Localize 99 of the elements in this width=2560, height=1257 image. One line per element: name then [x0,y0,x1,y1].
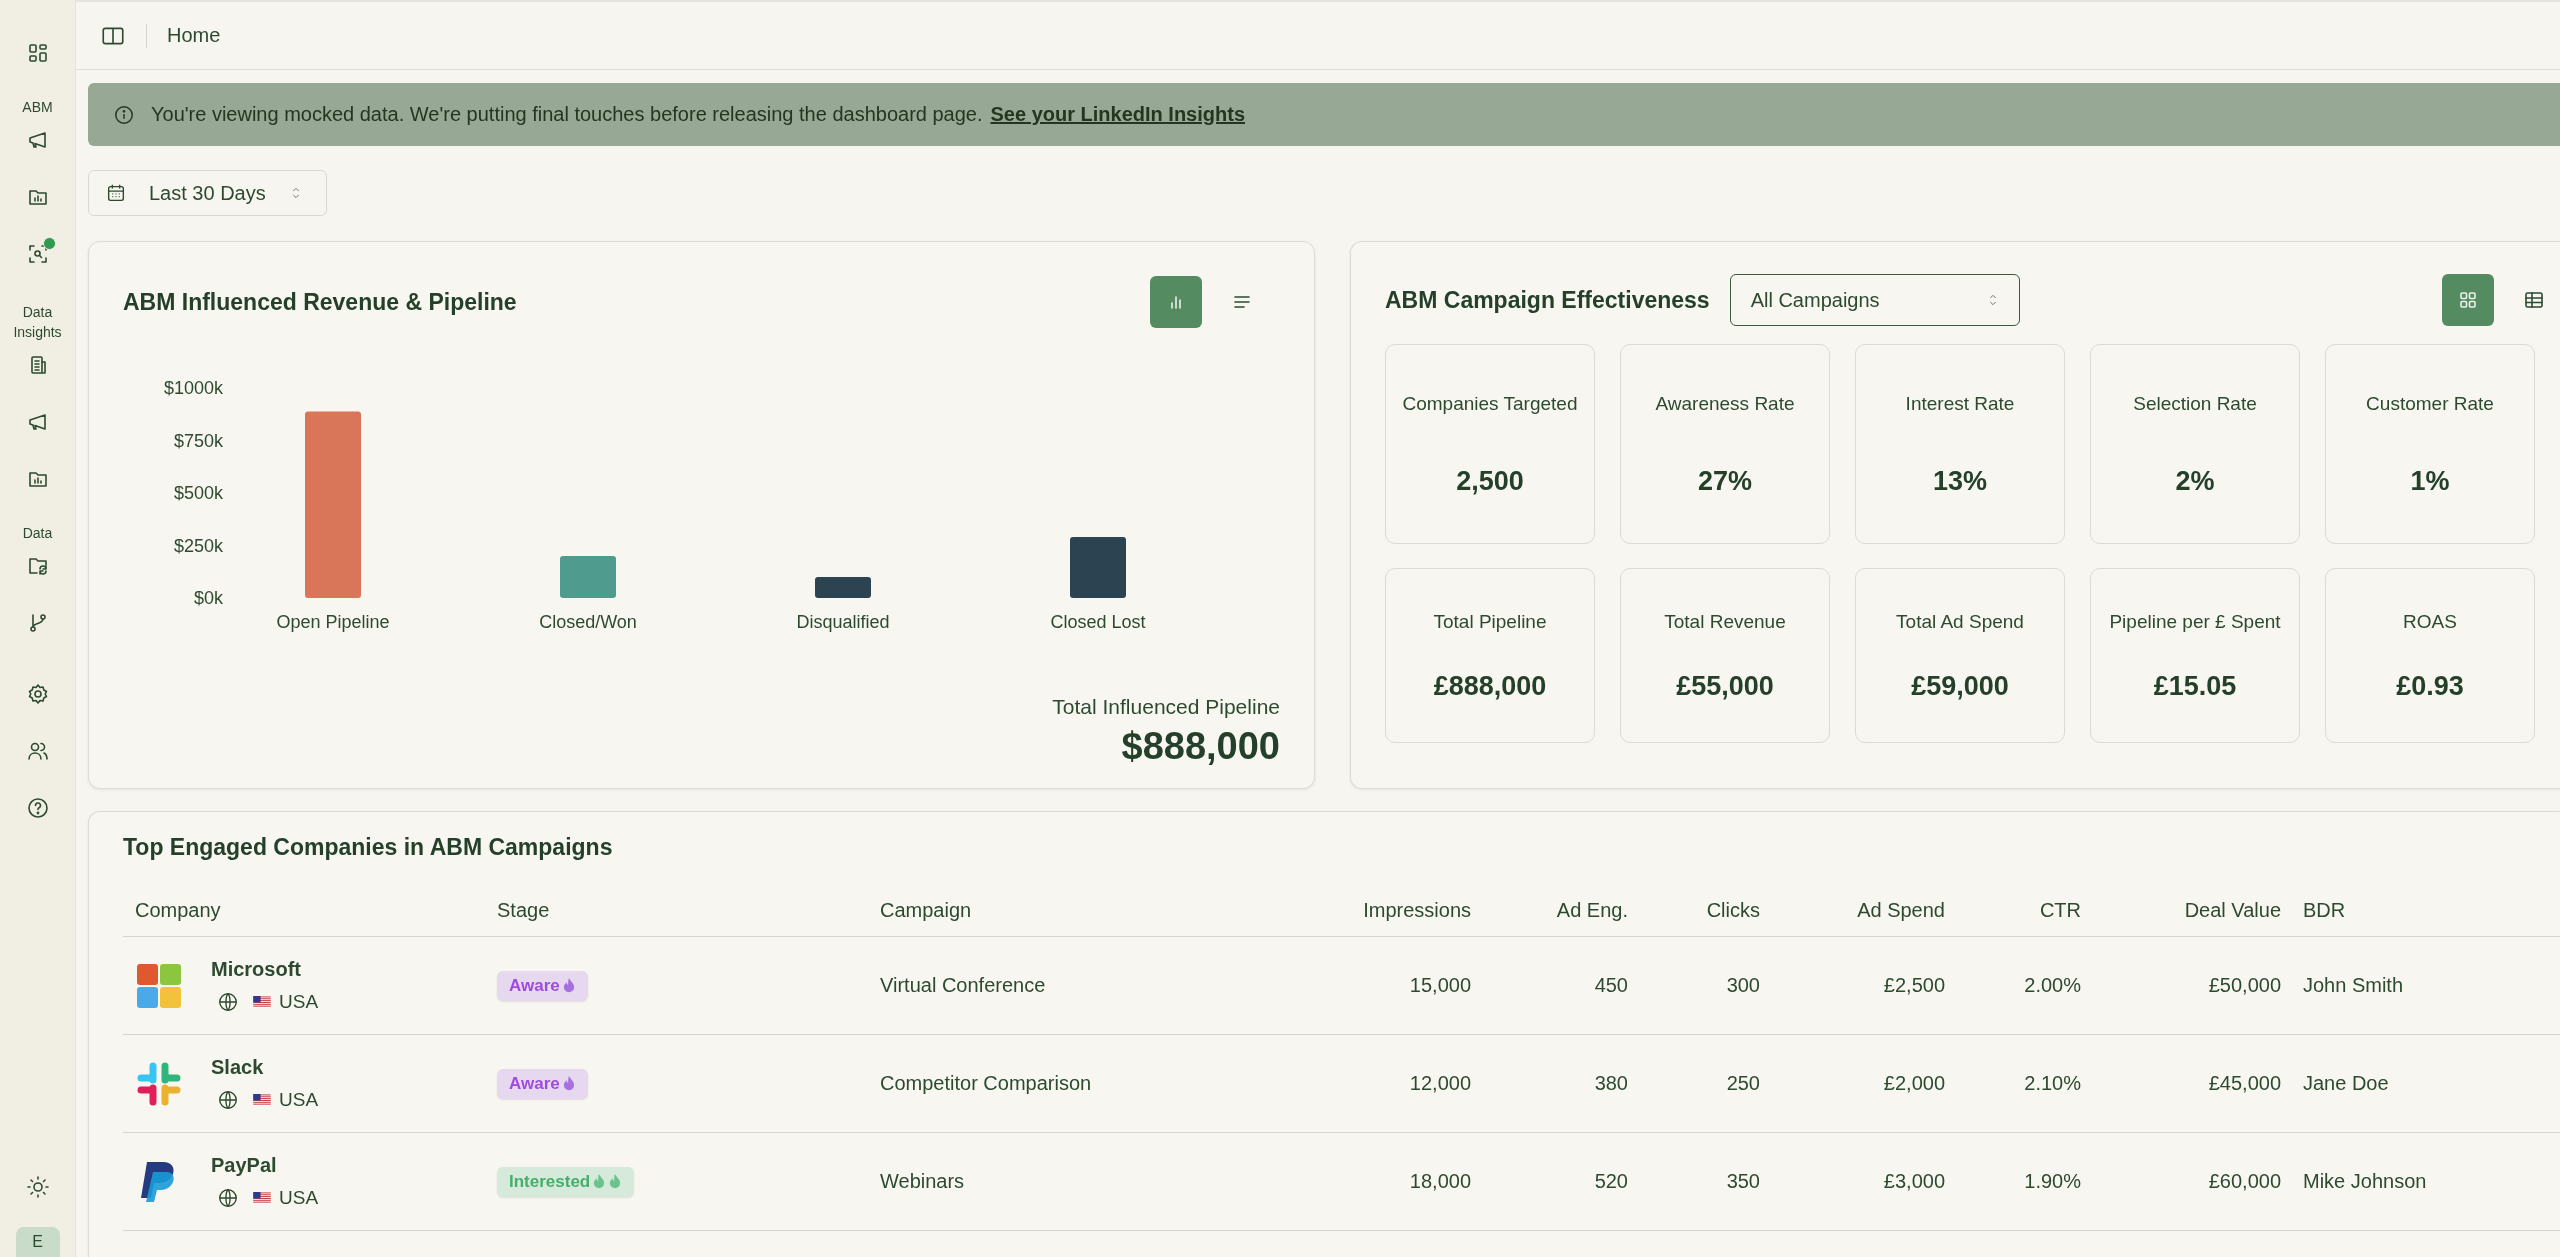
user-avatar[interactable]: E [15,1227,60,1257]
column-header: Stage [497,899,550,921]
metric-label: Awareness Rate [1655,392,1795,416]
table-cell: 520 [1594,1170,1628,1192]
metric-label: Interest Rate [1905,392,2015,416]
country: USA [279,1187,319,1209]
table-cell: John Smith [2303,974,2404,996]
card-title: ABM Influenced Revenue & Pipeline [123,288,517,316]
stage-badge: Interested [497,1166,635,1197]
column-header: CTR [2039,899,2081,921]
column-header: Ad Eng. [1556,899,1628,921]
sidebar-section-label: ABM [21,98,54,117]
table-cell: 450 [1594,974,1628,996]
sun-icon[interactable] [25,1175,50,1199]
globe-icon[interactable] [217,1089,239,1111]
info-icon [113,103,135,126]
table-cell: Jane Doe [2303,1072,2389,1094]
metric-label: Total Pipeline [1433,609,1547,634]
calendar-icon [105,182,127,204]
column-header: Impressions [1363,899,1471,921]
table-cell: 250 [1726,1072,1760,1094]
metric-value: 13% [1932,466,1987,497]
table-cell: 300 [1726,974,1760,996]
metric-value: 1% [2410,466,2450,497]
banner-message: You're viewing mocked data. We're putting final touches before releasing the dashboard page. [151,103,983,126]
bar-chart-view-button[interactable] [1150,276,1202,328]
globe-icon[interactable] [217,991,239,1013]
country: USA [279,991,319,1013]
metric-value: £0.93 [2396,671,2464,703]
campaign-select[interactable]: All Campaigns [1729,274,2020,326]
column-header: Ad Spend [1857,899,1945,921]
table-cell: 2.00% [2024,974,2081,996]
x-axis-label: Open Pipeline [276,612,390,632]
country: USA [279,1089,319,1111]
column-header: BDR [2303,899,2346,921]
globe-icon[interactable] [217,1187,239,1209]
stage-badge: Aware [497,1068,588,1099]
table-cell: 15,000 [1409,974,1471,996]
total-label: Total Influenced Pipeline [1052,695,1280,719]
sidebar-section-label: Data [21,524,54,543]
four-squares-logo-icon [135,961,183,1010]
flag-icon [253,1192,271,1204]
table-cell: 350 [1726,1170,1760,1192]
y-axis-label: $750k [173,430,223,451]
metric-value: 27% [1697,466,1752,497]
y-axis-label: $500k [173,483,223,503]
metric-value: £59,000 [1911,671,2009,703]
column-header: Clicks [1706,899,1760,921]
card-title: Top Engaged Companies in ABM Campaigns [123,834,614,861]
table-cell: £2,000 [1883,1072,1945,1094]
column-header: Deal Value [2184,899,2281,921]
table-cell: £45,000 [2208,1072,2281,1094]
table-cell: Competitor Comparison [880,1072,1092,1094]
table-cell: £2,500 [1883,974,1945,996]
x-axis-label: Closed Lost [1050,612,1146,632]
y-axis-label: $1000k [163,378,223,398]
metric-value: 2% [2175,466,2215,497]
metric-value: 2,500 [1456,466,1524,497]
stage-badge: Aware [497,970,588,1001]
table-cell: 380 [1594,1072,1628,1094]
card-title: ABM Campaign Effectiveness [1385,286,1710,314]
linkedin-insights-link[interactable]: See your LinkedIn Insights [990,103,1245,126]
metric-label: Total Revenue [1664,609,1786,634]
help-icon[interactable] [25,796,50,820]
company-name: Slack [211,1056,265,1079]
metric-label: ROAS [2403,609,2457,634]
table-cell: 1.90% [2024,1170,2081,1192]
table-cell: £60,000 [2208,1170,2281,1192]
table-cell: Mike Johnson [2303,1170,2427,1192]
metric-label: Pipeline per £ Spent [2109,609,2281,634]
metric-value: £888,000 [1433,671,1547,703]
table-cell: Virtual Conference [880,974,1046,996]
table-cell: 12,000 [1409,1072,1471,1094]
metric-label: Selection Rate [2133,392,2257,416]
metric-label: Customer Rate [2366,392,2494,416]
flag-icon [253,996,271,1008]
x-axis-label: Closed/Won [539,612,637,632]
x-axis-label: Disqualified [796,612,890,632]
table-cell: Webinars [880,1170,965,1192]
y-axis-label: $0k [193,588,223,608]
y-axis-label: $250k [173,535,223,556]
breadcrumb[interactable]: Home [167,24,221,47]
column-header: Campaign [880,899,972,921]
table-cell: £3,000 [1883,1170,1945,1192]
metric-label: Companies Targeted [1402,392,1578,416]
table-cell: £50,000 [2208,974,2281,996]
grid-view-button[interactable] [2442,274,2494,326]
table-cell: 2.10% [2024,1072,2081,1094]
metric-value: £55,000 [1676,671,1774,703]
company-name: PayPal [211,1154,278,1177]
table-cell: 18,000 [1409,1170,1471,1192]
date-range-select[interactable]: Last 30 Days [88,170,327,216]
column-header: Company [135,899,221,921]
company-name: Microsoft [211,958,302,981]
total-value: $888,000 [1121,725,1280,768]
metric-label: Total Ad Spend [1896,609,2024,634]
sidebar-section-label: Data Insights [12,303,63,342]
metric-value: £15.05 [2153,671,2237,703]
flag-icon [253,1094,271,1106]
